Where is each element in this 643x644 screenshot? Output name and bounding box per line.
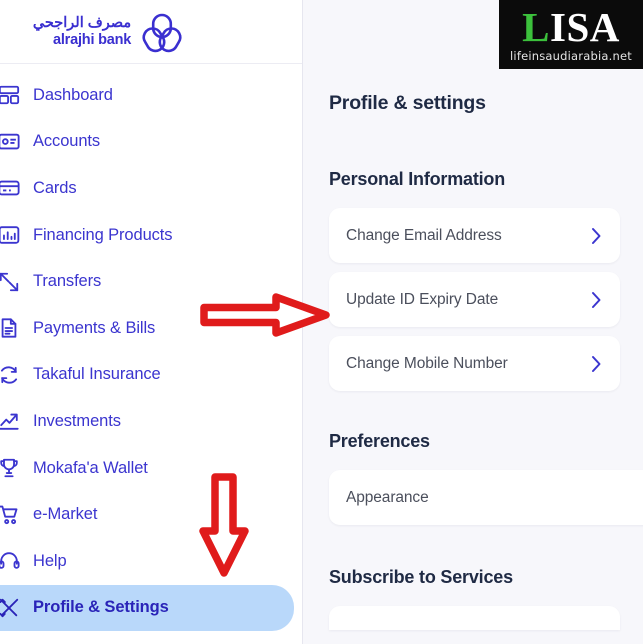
sidebar-item-investments[interactable]: Investments (0, 398, 294, 445)
sidebar-item-label: Financing Products (33, 225, 173, 244)
chevron-right-icon (591, 291, 602, 309)
sidebar-item-label: Mokafa'a Wallet (33, 458, 148, 477)
tools-icon (0, 596, 22, 620)
sidebar-item-label: Transfers (33, 272, 102, 291)
sidebar-item-accounts[interactable]: Accounts (0, 119, 294, 166)
sidebar-item-financing-products[interactable]: Financing Products (0, 212, 294, 259)
sidebar-item-label: Cards (33, 178, 77, 197)
invoice-icon (0, 316, 22, 340)
preferences-card-list: Appearance (329, 470, 643, 525)
sidebar-item-transfers[interactable]: Transfers (0, 258, 294, 305)
bar-chart-icon (0, 223, 22, 247)
sidebar-item-help[interactable]: Help (0, 538, 294, 585)
sidebar-item-label: Takaful Insurance (33, 365, 161, 384)
sidebar-item-takaful-insurance[interactable]: Takaful Insurance (0, 352, 294, 399)
page-title: Profile & settings (329, 92, 486, 114)
sidebar-item-mokafaa-wallet[interactable]: Mokafa'a Wallet (0, 445, 294, 492)
card-appearance[interactable]: Appearance (329, 470, 643, 525)
sidebar-item-label: Help (33, 551, 67, 570)
trophy-icon (0, 456, 22, 480)
section-title-preferences: Preferences (329, 431, 430, 451)
card-change-mobile-number[interactable]: Change Mobile Number (329, 336, 620, 391)
shopping-cart-icon (0, 503, 22, 527)
brand-name-english: alrajhi bank (52, 31, 132, 48)
card-icon (0, 176, 22, 200)
brand-header: مصرف الراجحي alrajhi bank (0, 0, 302, 64)
sidebar-item-label: Dashboard (33, 85, 113, 104)
watermark-title-rest: ISA (549, 4, 620, 51)
sidebar-item-label: Investments (33, 411, 121, 430)
brand-text: مصرف الراجحي alrajhi bank (33, 15, 131, 47)
sidebar-item-e-market[interactable]: e-Market (0, 491, 294, 538)
section-title-personal-information: Personal Information (329, 169, 506, 189)
sidebar-item-label: e-Market (33, 505, 98, 524)
watermark-title-first: L (522, 4, 550, 51)
accounts-icon (0, 130, 22, 154)
chevron-right-icon (591, 355, 602, 373)
sidebar-item-profile-and-settings[interactable]: Profile & Settings (0, 584, 294, 632)
sidebar-item-dashboard[interactable]: Dashboard (0, 72, 294, 119)
card-subscribe-partial[interactable] (329, 606, 620, 630)
sidebar-item-label: Payments & Bills (33, 318, 156, 337)
transfers-icon (0, 270, 22, 294)
personal-information-card-list: Change Email Address Update ID Expiry Da… (329, 208, 643, 391)
sidebar-item-payments-and-bills[interactable]: Payments & Bills (0, 305, 294, 352)
alrajhi-trefoil-logo-icon (140, 10, 184, 54)
chevron-right-icon (591, 227, 602, 245)
main-content: Profile & settings Personal Information … (303, 0, 643, 644)
card-update-id-expiry-date[interactable]: Update ID Expiry Date (329, 272, 620, 327)
card-change-email-address[interactable]: Change Email Address (329, 208, 620, 263)
app-root: مصرف الراجحي alrajhi bank Dashboard Acco… (0, 0, 643, 644)
headset-icon (0, 549, 22, 573)
card-label: Appearance (346, 488, 429, 506)
sidebar: مصرف الراجحي alrajhi bank Dashboard Acco… (0, 0, 303, 644)
trending-up-icon (0, 409, 22, 433)
watermark-title: LISA (522, 7, 620, 48)
shield-cycle-icon (0, 363, 22, 387)
section-title-subscribe-to-services: Subscribe to Services (329, 567, 513, 587)
brand-name-arabic: مصرف الراجحي (32, 15, 132, 32)
watermark-lisa: LISA lifeinsaudiarabia.net (499, 0, 643, 69)
sidebar-nav: Dashboard Accounts Cards Financing Produ… (0, 64, 302, 632)
dashboard-icon (0, 83, 22, 107)
sidebar-item-cards[interactable]: Cards (0, 165, 294, 212)
card-label: Update ID Expiry Date (346, 290, 499, 308)
sidebar-item-label: Accounts (33, 132, 101, 151)
sidebar-item-label: Profile & Settings (33, 598, 169, 617)
card-label: Change Email Address (346, 226, 502, 244)
watermark-subtitle: lifeinsaudiarabia.net (510, 48, 632, 63)
card-label: Change Mobile Number (346, 354, 508, 372)
